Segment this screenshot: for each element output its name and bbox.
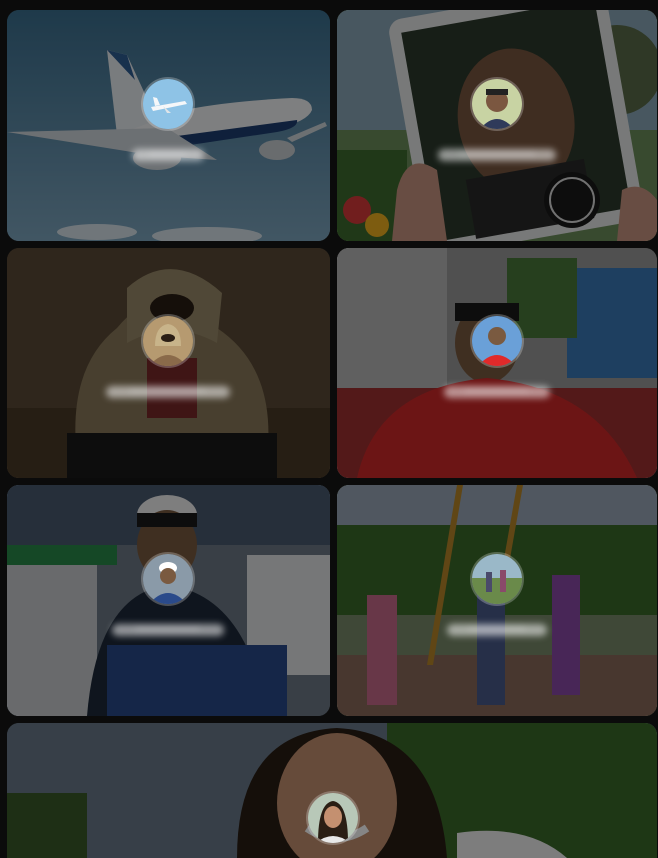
person-avatar-icon[interactable] bbox=[472, 554, 522, 604]
person-avatar-icon[interactable] bbox=[143, 316, 193, 366]
tile-name-label: •••••••••••• bbox=[438, 149, 556, 161]
grid-tile-red-shirt-man[interactable]: •••••••••• bbox=[337, 248, 657, 478]
person-avatar-icon[interactable] bbox=[143, 554, 193, 604]
tile-name-label: •••••••••• bbox=[112, 624, 224, 636]
tile-name-label: •••••• bbox=[132, 149, 204, 161]
grid-tile-tablet-photo[interactable]: •••••••••••• bbox=[337, 10, 657, 241]
grid-tile-helmet-man[interactable]: •••••••••• bbox=[7, 485, 330, 716]
media-grid: •••••• •••••••••••• •••••••••••• •••••••… bbox=[0, 0, 658, 858]
grid-tile-park-people[interactable]: ••••••••• bbox=[337, 485, 657, 716]
person-avatar-icon[interactable] bbox=[472, 316, 522, 366]
tile-name-label: •••••••••••• bbox=[106, 386, 230, 398]
person-avatar-icon[interactable] bbox=[472, 79, 522, 129]
tile-name-label: •••••••••• bbox=[444, 386, 550, 398]
grid-tile-smiling-woman[interactable] bbox=[7, 723, 657, 858]
person-avatar-icon[interactable] bbox=[308, 793, 358, 843]
tile-name-label: ••••••••• bbox=[447, 624, 547, 636]
airplane-avatar-icon[interactable] bbox=[143, 79, 193, 129]
grid-tile-hooded-person[interactable]: •••••••••••• bbox=[7, 248, 330, 478]
grid-tile-airplane[interactable]: •••••• bbox=[7, 10, 330, 241]
